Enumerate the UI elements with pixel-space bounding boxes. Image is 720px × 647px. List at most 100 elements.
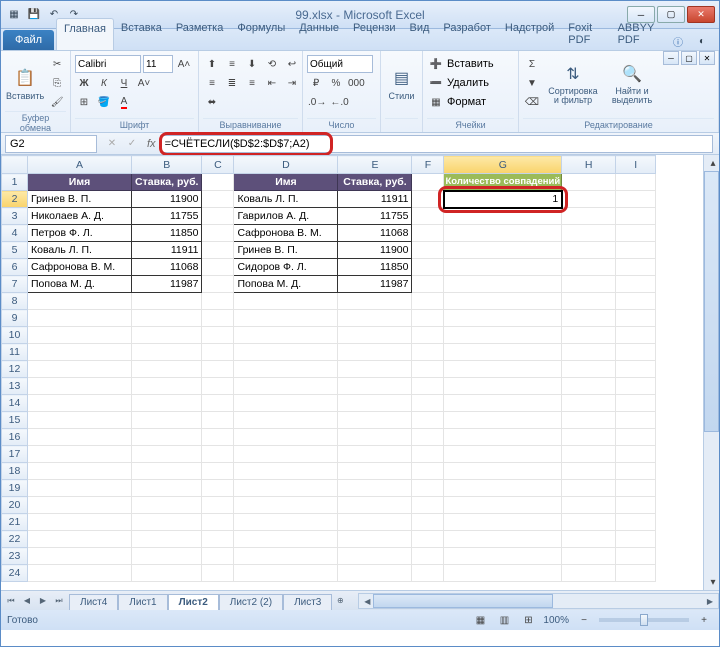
cell[interactable] xyxy=(202,514,234,531)
cell[interactable] xyxy=(444,310,562,327)
cell[interactable] xyxy=(616,514,656,531)
cell[interactable] xyxy=(132,378,202,395)
tab-last-icon[interactable]: ⏭ xyxy=(51,593,67,609)
cell[interactable] xyxy=(412,395,444,412)
enter-formula-icon[interactable]: ✓ xyxy=(123,135,141,153)
view-layout-icon[interactable]: ▥ xyxy=(495,611,513,629)
cell[interactable] xyxy=(562,548,616,565)
cell[interactable] xyxy=(202,480,234,497)
cancel-formula-icon[interactable]: ✕ xyxy=(103,135,121,153)
cell[interactable] xyxy=(202,548,234,565)
table1-header-rate[interactable]: Ставка, руб. xyxy=(132,174,202,191)
format-cells-button[interactable]: ▦Формат xyxy=(427,93,486,111)
row-header[interactable]: 12 xyxy=(2,361,28,378)
ribbon-tab[interactable]: Вид xyxy=(403,18,437,50)
cell[interactable] xyxy=(28,429,132,446)
cell[interactable] xyxy=(412,327,444,344)
table1-rate[interactable]: 11900 xyxy=(132,191,202,208)
cell[interactable] xyxy=(28,514,132,531)
styles-button[interactable]: ▤ Стили xyxy=(385,55,418,111)
cell[interactable] xyxy=(234,548,338,565)
cell[interactable] xyxy=(412,565,444,582)
cell[interactable] xyxy=(616,446,656,463)
row-header[interactable]: 21 xyxy=(2,514,28,531)
align-top-icon[interactable]: ⬆ xyxy=(203,55,221,73)
cell[interactable] xyxy=(444,293,562,310)
table2-rate[interactable]: 11755 xyxy=(338,208,412,225)
cell[interactable] xyxy=(412,361,444,378)
row-header[interactable]: 17 xyxy=(2,446,28,463)
cell[interactable] xyxy=(132,446,202,463)
column-header[interactable]: D xyxy=(234,156,338,174)
cell[interactable] xyxy=(338,531,412,548)
fill-icon[interactable]: ▼ xyxy=(523,74,541,92)
cell[interactable] xyxy=(444,361,562,378)
cell[interactable] xyxy=(412,412,444,429)
cell[interactable] xyxy=(562,378,616,395)
scroll-down-icon[interactable]: ▾ xyxy=(704,574,719,590)
cell[interactable] xyxy=(616,208,656,225)
cell[interactable] xyxy=(338,514,412,531)
excel-icon[interactable]: ▦ xyxy=(5,6,23,24)
indent-inc-icon[interactable]: ⇥ xyxy=(283,74,301,92)
cell[interactable] xyxy=(616,191,656,208)
table2-name[interactable]: Гаврилов А. Д. xyxy=(234,208,338,225)
number-format-select[interactable] xyxy=(307,55,373,73)
cell[interactable] xyxy=(202,344,234,361)
find-select-button[interactable]: 🔍 Найти и выделить xyxy=(605,55,659,111)
cell[interactable] xyxy=(562,327,616,344)
row-header[interactable]: 7 xyxy=(2,276,28,293)
cell[interactable] xyxy=(338,412,412,429)
cell[interactable] xyxy=(412,242,444,259)
cell[interactable] xyxy=(28,395,132,412)
table2-name[interactable]: Коваль Л. П. xyxy=(234,191,338,208)
percent-icon[interactable]: % xyxy=(327,74,345,92)
cell[interactable] xyxy=(28,344,132,361)
grow-font-icon[interactable]: A˄ xyxy=(175,55,193,73)
cell[interactable] xyxy=(338,480,412,497)
ribbon-tab[interactable]: Разметка xyxy=(169,18,231,50)
align-left-icon[interactable]: ≡ xyxy=(203,74,221,92)
cell[interactable] xyxy=(28,361,132,378)
help-icon[interactable]: ⓘ xyxy=(669,32,687,50)
row-header[interactable]: 2 xyxy=(2,191,28,208)
cell[interactable] xyxy=(562,242,616,259)
cell[interactable] xyxy=(202,463,234,480)
fx-icon[interactable]: fx xyxy=(143,138,160,150)
cell[interactable] xyxy=(562,259,616,276)
cell[interactable] xyxy=(132,293,202,310)
save-icon[interactable]: 💾 xyxy=(25,6,43,24)
cell[interactable] xyxy=(444,395,562,412)
cell[interactable] xyxy=(132,463,202,480)
delete-cells-button[interactable]: ➖Удалить xyxy=(427,74,489,92)
vertical-scrollbar[interactable]: ▴ ▾ xyxy=(703,155,719,590)
cell[interactable] xyxy=(234,565,338,582)
cell[interactable] xyxy=(616,429,656,446)
zoom-level[interactable]: 100% xyxy=(543,615,569,626)
column-header[interactable]: C xyxy=(202,156,234,174)
paste-button[interactable]: 📋 Вставить xyxy=(5,55,45,111)
border-icon[interactable]: ⊞ xyxy=(75,93,93,111)
cell[interactable] xyxy=(338,395,412,412)
table1-rate[interactable]: 11850 xyxy=(132,225,202,242)
cell[interactable] xyxy=(562,412,616,429)
cell[interactable] xyxy=(338,429,412,446)
insert-cells-button[interactable]: ➕Вставить xyxy=(427,55,494,73)
cell[interactable] xyxy=(202,378,234,395)
cell[interactable] xyxy=(412,310,444,327)
table1-rate[interactable]: 11755 xyxy=(132,208,202,225)
cell[interactable] xyxy=(562,361,616,378)
zoom-in-icon[interactable]: + xyxy=(695,611,713,629)
cell[interactable] xyxy=(338,293,412,310)
cell[interactable] xyxy=(132,531,202,548)
sheet-tab[interactable]: Лист3 xyxy=(283,594,332,610)
sort-filter-button[interactable]: ⇅ Сортировка и фильтр xyxy=(544,55,602,111)
table2-rate[interactable]: 11850 xyxy=(338,259,412,276)
cell[interactable] xyxy=(562,497,616,514)
cell[interactable] xyxy=(202,497,234,514)
table1-name[interactable]: Сафронова В. М. xyxy=(28,259,132,276)
table1-name[interactable]: Николаев А. Д. xyxy=(28,208,132,225)
font-color-icon[interactable]: A xyxy=(115,93,133,111)
cell[interactable] xyxy=(412,463,444,480)
cell[interactable] xyxy=(616,497,656,514)
